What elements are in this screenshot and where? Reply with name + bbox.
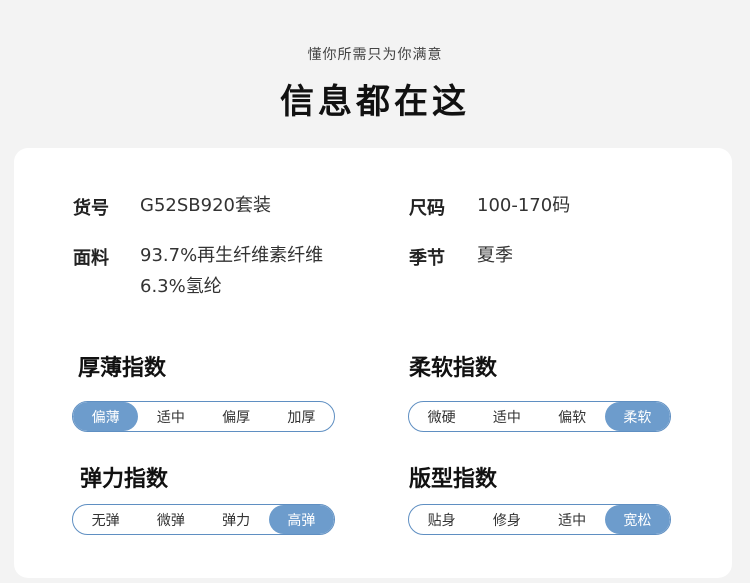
fabric-label: 面料 (73, 248, 109, 269)
info-card: 货号 G52SB920套装 尺码 100-170码 面料 93.7%再生纤维素纤… (14, 148, 732, 578)
size-label: 尺码 (409, 198, 445, 219)
elasticity-selector: 无弹 微弹 弹力 高弹 (72, 504, 335, 535)
fit-option[interactable]: 适中 (540, 505, 605, 534)
fit-option[interactable]: 修身 (474, 505, 539, 534)
fit-selector: 贴身 修身 适中 宽松 (408, 504, 671, 535)
elasticity-option[interactable]: 无弹 (73, 505, 138, 534)
fit-option[interactable]: 贴身 (409, 505, 474, 534)
softness-option[interactable]: 柔软 (604, 402, 670, 431)
item-no-label: 货号 (73, 198, 109, 219)
softness-option[interactable]: 微硬 (409, 402, 474, 431)
softness-option[interactable]: 偏软 (540, 402, 605, 431)
page: 懂你所需只为你满意 信息都在这 货号 G52SB920套装 尺码 100-170… (0, 0, 750, 583)
fit-index-title: 版型指数 (409, 467, 498, 492)
thickness-option[interactable]: 偏薄 (73, 402, 139, 431)
thickness-selector: 偏薄 适中 偏厚 加厚 (72, 401, 335, 432)
thickness-option[interactable]: 适中 (138, 402, 203, 431)
page-title: 信息都在这 (280, 82, 470, 122)
item-no-value: G52SB920套装 (140, 195, 271, 216)
fit-option[interactable]: 宽松 (604, 505, 670, 534)
elasticity-option[interactable]: 高弹 (268, 505, 334, 534)
thickness-option[interactable]: 加厚 (269, 402, 334, 431)
size-value: 100-170码 (477, 195, 571, 216)
page-subtitle: 懂你所需只为你满意 (307, 47, 443, 63)
fabric-value-line1: 93.7%再生纤维素纤维 (140, 245, 324, 266)
elasticity-option[interactable]: 微弹 (138, 505, 203, 534)
softness-index-title: 柔软指数 (409, 356, 498, 381)
elasticity-index-title: 弹力指数 (80, 467, 169, 492)
season-value: 夏季 (477, 245, 513, 266)
thickness-index-title: 厚薄指数 (78, 356, 167, 381)
softness-selector: 微硬 适中 偏软 柔软 (408, 401, 671, 432)
fabric-value-line2: 6.3%氢纶 (140, 276, 222, 297)
elasticity-option[interactable]: 弹力 (204, 505, 269, 534)
thickness-option[interactable]: 偏厚 (204, 402, 269, 431)
season-label: 季节 (409, 248, 445, 269)
softness-option[interactable]: 适中 (474, 402, 539, 431)
